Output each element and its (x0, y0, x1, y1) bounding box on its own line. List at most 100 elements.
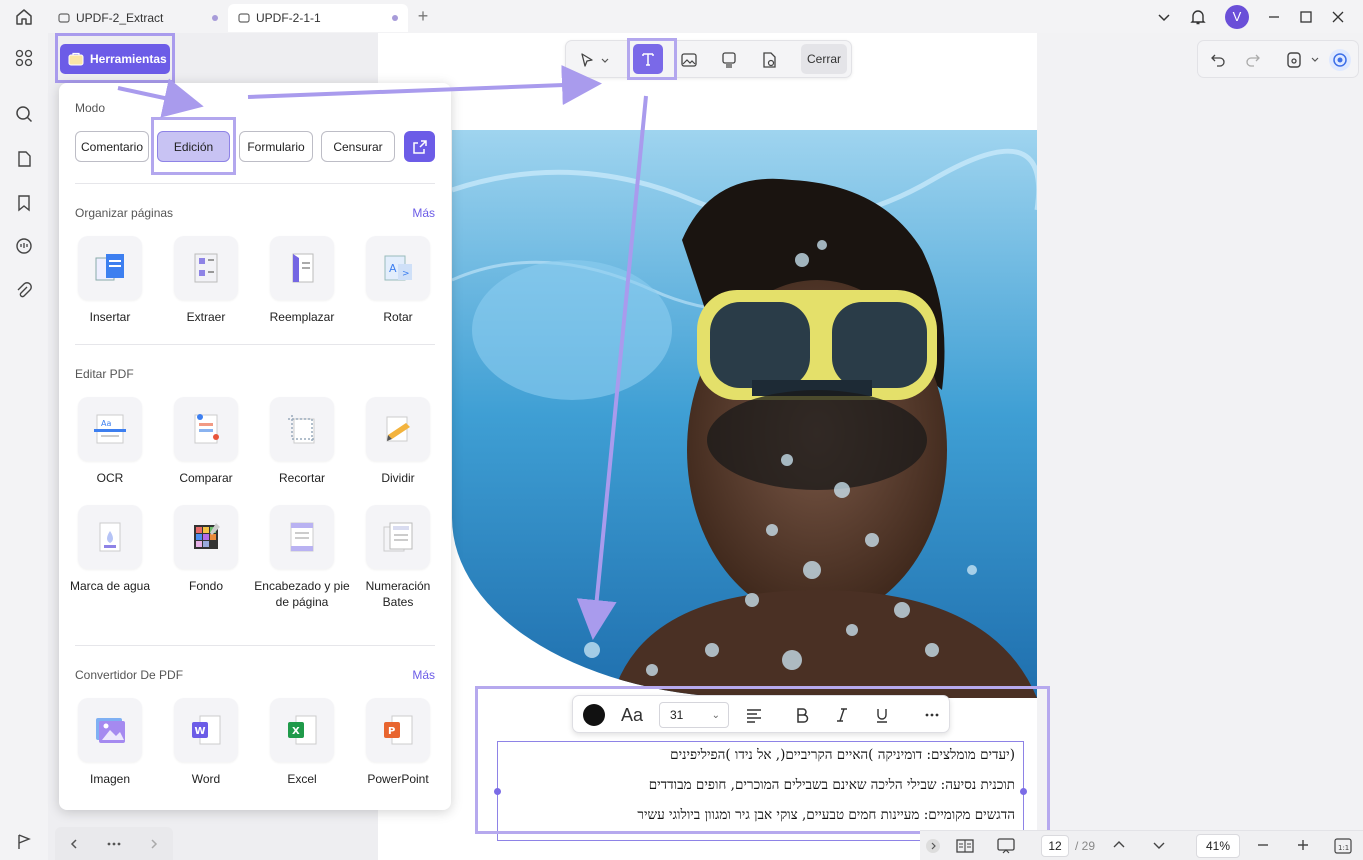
add-shape-icon[interactable] (756, 47, 782, 73)
underwater-photo[interactable] (452, 130, 1037, 698)
tool-recortar[interactable]: Recortar (254, 397, 350, 486)
align-left-icon[interactable] (741, 702, 767, 728)
svg-text:A: A (389, 262, 397, 275)
bold-icon[interactable] (789, 702, 815, 728)
italic-icon[interactable] (829, 702, 855, 728)
tool-label: Imagen (89, 772, 131, 786)
tool-label: Comparar (179, 471, 233, 485)
home-icon[interactable] (0, 0, 48, 33)
zoom-level[interactable]: 41% (1196, 834, 1240, 858)
ai-assistant-icon[interactable] (1329, 49, 1351, 71)
more-options-icon[interactable] (919, 702, 945, 728)
tool-marca-de-agua[interactable]: Marca de agua (62, 505, 158, 594)
organize-more-link[interactable]: Más (412, 206, 435, 220)
more-dots-icon[interactable] (107, 842, 121, 846)
tool-word[interactable]: W Word (158, 698, 254, 787)
herramientas-highlight (55, 33, 175, 83)
select-cursor-icon[interactable] (574, 47, 600, 73)
font-color-swatch[interactable] (581, 702, 607, 728)
unsaved-dot (212, 14, 218, 21)
watermark-icon (78, 505, 142, 569)
pages-icon[interactable] (12, 147, 36, 171)
section-title-edit: Editar PDF (75, 367, 134, 381)
chevron-right-icon[interactable] (148, 838, 160, 850)
chevron-left-icon[interactable] (68, 838, 80, 850)
underline-icon[interactable] (869, 702, 895, 728)
tool-numeracion-bates[interactable]: Numeración Bates (350, 505, 446, 610)
background-icon (174, 505, 238, 569)
chevron-down-icon[interactable] (1310, 54, 1320, 64)
status-bar: 1:1 (920, 830, 1363, 860)
mode-formulario-button[interactable]: Formulario (239, 131, 313, 162)
actual-size-icon[interactable]: 1:1 (1334, 837, 1352, 855)
presentation-icon[interactable] (996, 838, 1016, 854)
convert-more-link[interactable]: Más (412, 668, 435, 682)
svg-text:P: P (388, 726, 395, 737)
tool-label: Recortar (278, 471, 325, 485)
mode-censurar-button[interactable]: Censurar (321, 131, 395, 162)
avatar[interactable]: V (1225, 4, 1249, 29)
tab-label: UPDF-2-1-1 (256, 10, 321, 25)
tool-rotar[interactable]: A > Rotar (350, 236, 446, 325)
apps-grid-icon[interactable] (12, 46, 36, 70)
tool-dividir[interactable]: Dividir (350, 397, 446, 486)
unsaved-dot (392, 14, 398, 21)
maximize-icon[interactable] (1299, 10, 1313, 24)
open-external-button[interactable] (404, 131, 435, 162)
tool-reemplazar[interactable]: Reemplazar (254, 236, 350, 325)
split-icon (366, 397, 430, 461)
tool-excel[interactable]: X Excel (254, 698, 350, 787)
save-icon[interactable] (1285, 51, 1303, 69)
mode-comentario-button[interactable]: Comentario (75, 131, 149, 162)
tool-label: Encabezado y pie de página (254, 579, 350, 609)
tab-updf-2-extract[interactable]: UPDF-2_Extract (48, 4, 228, 32)
attachment-icon[interactable] (12, 279, 36, 303)
tool-label: Dividir (381, 471, 415, 485)
chevron-up-icon[interactable] (1112, 838, 1126, 852)
chevron-down-icon: ⌄ (711, 709, 720, 721)
comment-icon[interactable] (12, 234, 36, 258)
zoom-in-icon[interactable] (1296, 838, 1310, 852)
minimize-icon[interactable] (1267, 10, 1281, 24)
svg-text:1:1: 1:1 (1338, 844, 1349, 852)
chevron-down-icon[interactable] (598, 47, 612, 73)
search-icon[interactable] (12, 102, 36, 126)
font-family-button[interactable]: Aa (617, 702, 647, 728)
chevron-down-icon[interactable] (1152, 838, 1166, 852)
compare-icon (174, 397, 238, 461)
page-layout-icon[interactable] (956, 838, 974, 854)
rotate-pages-icon: A > (366, 236, 430, 300)
tool-insertar[interactable]: Insertar (62, 236, 158, 325)
tool-powerpoint[interactable]: P PowerPoint (350, 698, 446, 787)
chevron-down-icon[interactable] (1157, 10, 1171, 24)
redo-icon[interactable] (1245, 51, 1261, 67)
zoom-out-icon[interactable] (1256, 838, 1270, 852)
tool-imagen[interactable]: Imagen (62, 698, 158, 787)
tool-extraer[interactable]: Extraer (158, 236, 254, 325)
excel-icon: X (270, 698, 334, 762)
tool-fondo[interactable]: Fondo (158, 505, 254, 594)
tools-panel: Modo Comentario Edición Formulario Censu… (59, 83, 451, 810)
add-image-icon[interactable] (676, 47, 702, 73)
bell-icon[interactable] (1189, 8, 1207, 26)
tab-updf-2-1-1[interactable]: UPDF-2-1-1 (228, 3, 408, 32)
close-icon[interactable] (1331, 10, 1345, 24)
layers-icon[interactable] (12, 830, 36, 854)
bookmark-icon[interactable] (12, 191, 36, 215)
new-tab-button[interactable]: + (408, 6, 438, 27)
close-edit-button[interactable]: Cerrar (801, 44, 847, 74)
tab-label: UPDF-2_Extract (76, 10, 164, 25)
tool-label: PowerPoint (367, 772, 429, 786)
external-link-icon (412, 139, 428, 155)
tool-encabezado[interactable]: Encabezado y pie de página (254, 505, 350, 610)
tool-label: Fondo (188, 579, 224, 593)
header-footer-icon (270, 505, 334, 569)
undo-icon[interactable] (1210, 51, 1226, 67)
tool-comparar[interactable]: Comparar (158, 397, 254, 486)
tool-ocr[interactable]: Aa OCR (62, 397, 158, 486)
current-page-input[interactable]: 12 (1041, 835, 1069, 857)
font-size-select[interactable]: 31 ⌄ (659, 702, 729, 728)
collapse-icon[interactable] (926, 838, 940, 853)
add-link-icon[interactable] (716, 47, 742, 73)
svg-text:Aa: Aa (101, 419, 111, 428)
